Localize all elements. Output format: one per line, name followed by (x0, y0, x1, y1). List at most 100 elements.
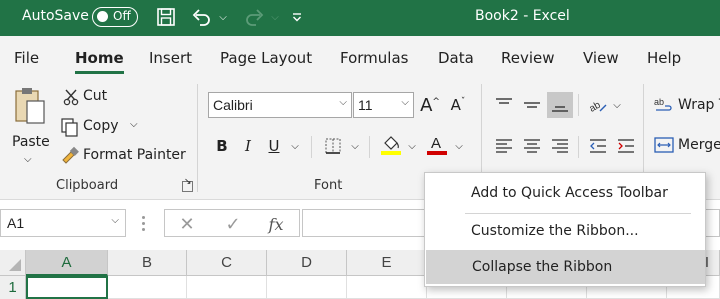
formula-bar-grip[interactable] (142, 214, 146, 232)
cell-e1[interactable] (347, 276, 427, 299)
middle-align-icon (524, 102, 540, 108)
paste-button[interactable]: Paste ⌵ (8, 86, 50, 176)
format-painter-label: Format Painter (83, 147, 186, 163)
column-header-d[interactable]: D (267, 250, 347, 276)
menu-item-label: Customize the Ribbon... (471, 223, 639, 239)
name-box[interactable]: A1 ⌵ (0, 209, 126, 237)
document-title: Book2 - Excel (475, 8, 570, 24)
merge-center-button[interactable]: Merge (652, 134, 720, 158)
tab-file[interactable]: File (14, 49, 39, 67)
tab-view[interactable]: View (583, 49, 619, 67)
column-header-a[interactable]: A (26, 250, 108, 276)
tab-help[interactable]: Help (647, 49, 681, 67)
cut-button[interactable]: Cut (60, 87, 180, 109)
font-color-dropdown[interactable]: ⌵ (452, 133, 466, 159)
cell-a1[interactable] (26, 276, 108, 299)
tab-review[interactable]: Review (501, 49, 555, 67)
align-right-icon (552, 139, 568, 153)
align-right-button[interactable] (547, 133, 573, 159)
autosave-toggle[interactable]: Off (92, 7, 138, 27)
font-name-value: Calibri (213, 97, 253, 113)
customize-toolbar-icon (293, 13, 301, 22)
cell-d1[interactable] (267, 276, 347, 299)
font-color-button[interactable]: A (424, 131, 450, 159)
menu-item-label: Add to Quick Access Toolbar (471, 185, 668, 201)
copy-button[interactable]: Copy ⌵ (58, 116, 148, 138)
ribbon-tabs: File Home Insert Page Layout Formulas Da… (0, 36, 720, 78)
italic-button[interactable]: I (236, 133, 260, 159)
cancel-entry-button[interactable]: ✕ (173, 212, 201, 236)
orientation-button[interactable]: ab (585, 92, 611, 118)
wrap-text-icon: ab (654, 97, 672, 111)
align-center-button[interactable] (519, 133, 545, 159)
fill-color-dropdown[interactable]: ⌵ (405, 133, 419, 159)
increase-font-size-button[interactable]: A^ (418, 92, 442, 118)
align-left-button[interactable] (491, 133, 517, 159)
align-center-icon (524, 139, 540, 153)
copy-label: Copy (83, 118, 119, 134)
select-all-button[interactable] (0, 250, 26, 276)
paint-bucket-icon (381, 136, 401, 155)
middle-align-button[interactable] (519, 92, 545, 118)
fx-icon: fx (268, 214, 284, 234)
borders-dropdown[interactable]: ⌵ (348, 133, 362, 159)
borders-icon (325, 138, 341, 154)
decrease-indent-icon (590, 139, 606, 153)
decrease-indent-button[interactable] (585, 133, 611, 159)
active-tab-indicator (75, 71, 124, 74)
column-header-c[interactable]: C (187, 250, 267, 276)
chevron-down-icon: ⌵ (111, 215, 119, 226)
customize-the-ribbon-item[interactable]: Customize the Ribbon... (425, 214, 705, 248)
font-size-value: 11 (358, 97, 373, 113)
increase-indent-button[interactable] (613, 133, 639, 159)
redo-button[interactable] (240, 4, 268, 30)
button-divider (311, 136, 312, 158)
italic-label: I (245, 137, 251, 155)
underline-button[interactable]: U (262, 133, 286, 159)
insert-function-button[interactable]: fx (261, 212, 291, 236)
column-header-b[interactable]: B (108, 250, 187, 276)
font-size-combo[interactable]: 11 ⌵ (353, 92, 414, 118)
cell-c1[interactable] (187, 276, 267, 299)
chevron-down-icon: ⌵ (271, 11, 279, 23)
clipboard-dialog-launcher[interactable]: ↘ (182, 177, 193, 192)
chevron-down-icon: ⌵ (219, 11, 227, 23)
tab-data[interactable]: Data (438, 49, 474, 67)
format-painter-button[interactable]: Format Painter (58, 145, 186, 167)
add-to-quick-access-toolbar-item[interactable]: Add to Quick Access Toolbar (425, 176, 705, 210)
tab-home[interactable]: Home (75, 49, 124, 67)
undo-button[interactable] (188, 4, 216, 30)
borders-button[interactable] (320, 133, 346, 159)
chevron-down-icon: ⌵ (291, 140, 299, 152)
customize-qat-button[interactable] (289, 4, 305, 30)
row-header-1[interactable]: 1 (0, 276, 26, 299)
fill-color-button[interactable] (378, 131, 404, 159)
increase-indent-icon (618, 139, 634, 153)
column-header-e[interactable]: E (347, 250, 427, 276)
font-name-combo[interactable]: Calibri ⌵ (208, 92, 352, 118)
collapse-the-ribbon-item[interactable]: Collapse the Ribbon (426, 250, 705, 284)
bold-button[interactable]: B (210, 133, 234, 159)
save-button[interactable] (152, 4, 180, 30)
undo-dropdown[interactable]: ⌵ (216, 4, 230, 30)
orientation-dropdown[interactable]: ⌵ (610, 92, 624, 118)
cell-b1[interactable] (108, 276, 187, 299)
redo-icon (246, 9, 264, 26)
underline-dropdown[interactable]: ⌵ (288, 133, 302, 159)
save-icon (157, 8, 175, 26)
chevron-down-icon: ⌵ (339, 97, 347, 108)
bottom-align-button[interactable] (547, 92, 573, 118)
wrap-text-button[interactable]: ab Wrap T (652, 94, 720, 118)
top-align-button[interactable] (491, 92, 517, 118)
confirm-entry-button[interactable]: ✓ (219, 212, 247, 236)
top-align-icon (496, 98, 512, 104)
tab-formulas[interactable]: Formulas (340, 49, 408, 67)
redo-dropdown[interactable]: ⌵ (268, 4, 282, 30)
menu-item-label: Collapse the Ribbon (472, 259, 613, 275)
ribbon-context-menu: Add to Quick Access Toolbar Customize th… (424, 172, 706, 287)
increase-font-icon: A^ (420, 94, 440, 116)
tab-page-layout[interactable]: Page Layout (220, 49, 312, 67)
decrease-font-size-button[interactable]: Aˇ (446, 92, 470, 118)
tab-insert[interactable]: Insert (149, 49, 192, 67)
paintbrush-icon (62, 146, 79, 164)
